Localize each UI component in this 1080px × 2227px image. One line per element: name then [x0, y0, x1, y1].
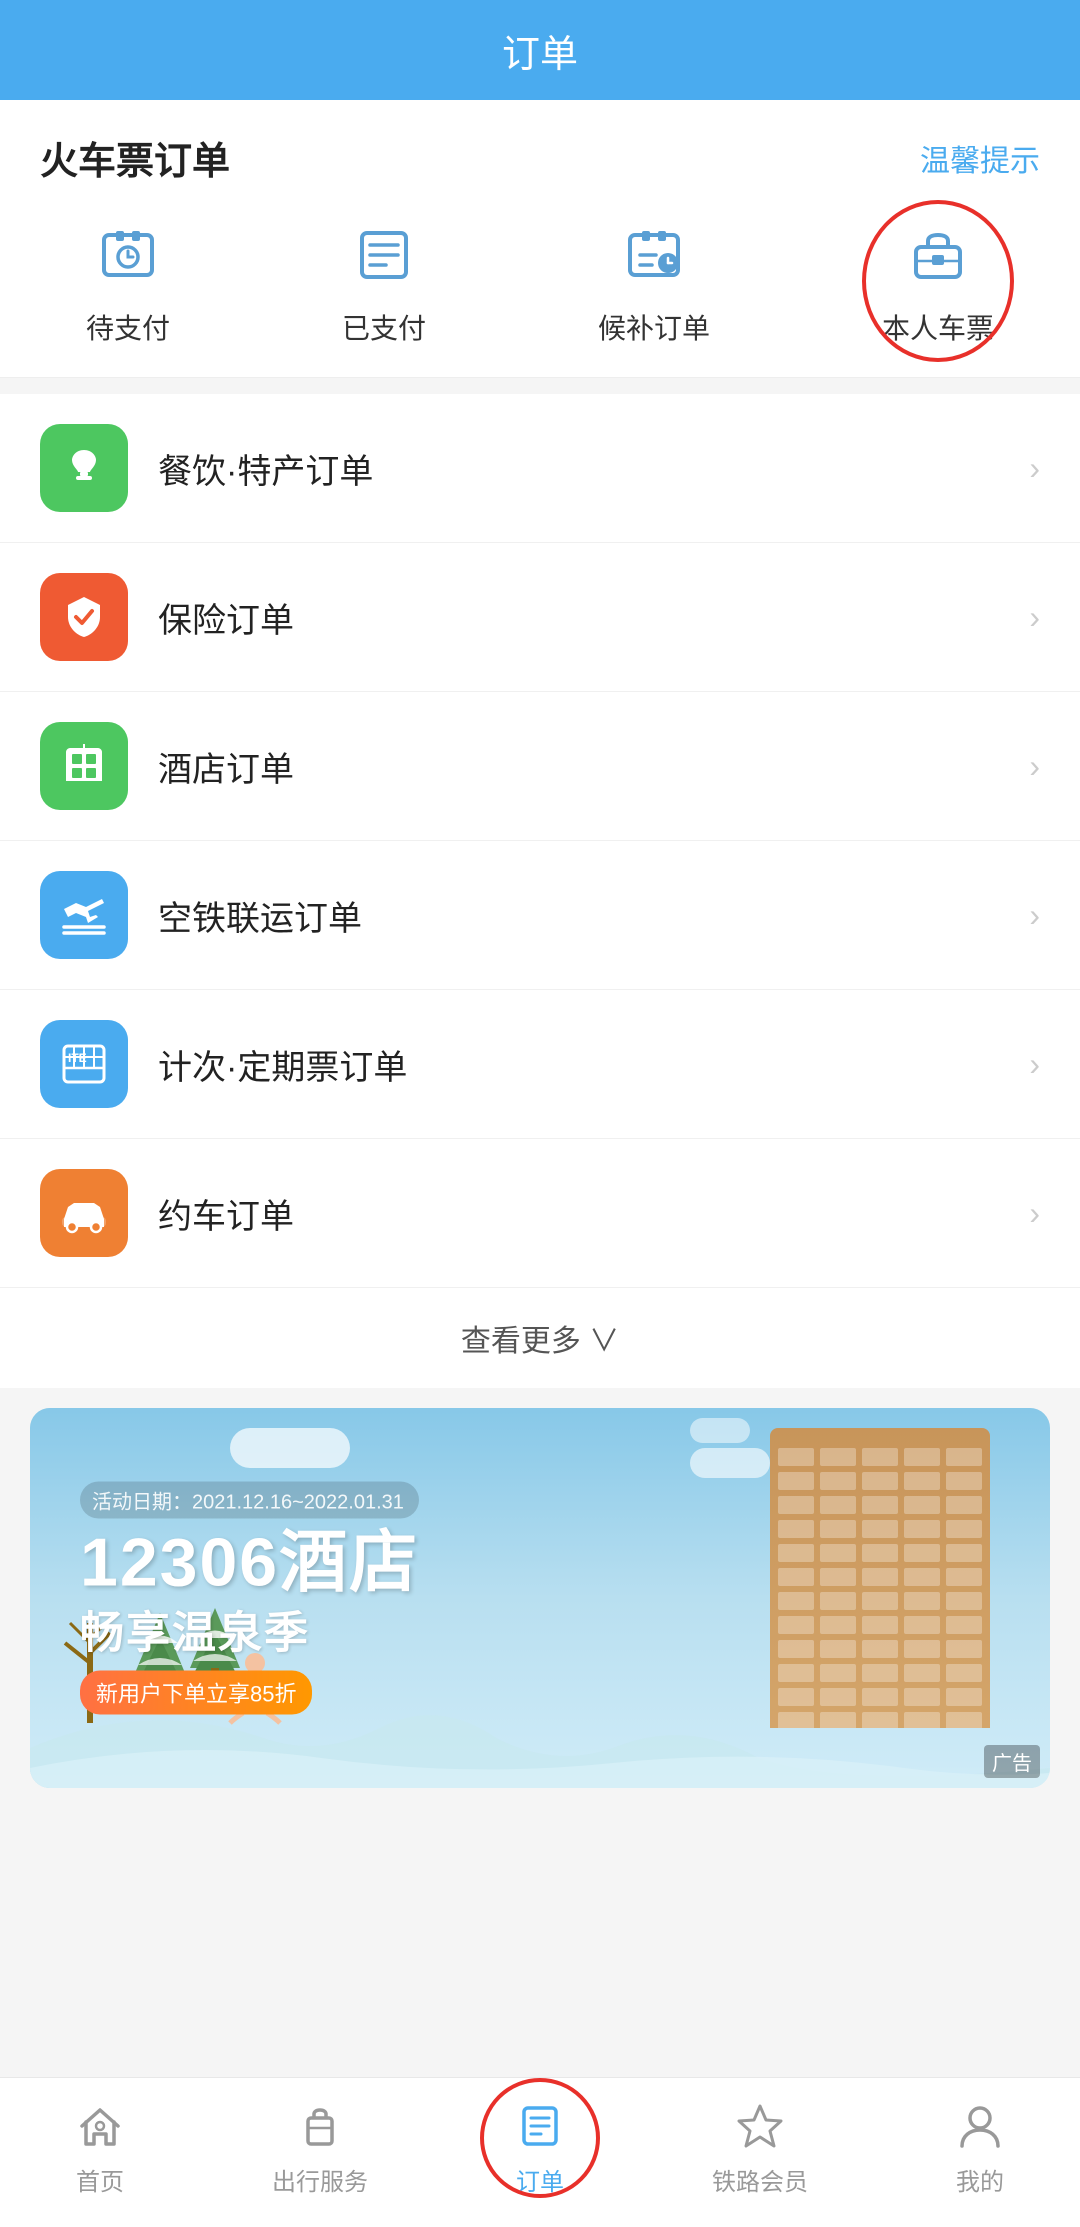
see-more-button[interactable]: 查看更多 ∨ — [0, 1287, 1080, 1388]
hotel-windows — [770, 1438, 990, 1728]
header-title: 订单 — [502, 23, 578, 78]
periodic-arrow: › — [1029, 1046, 1040, 1083]
banner-date: 活动日期：2021.12.16~2022.01.31 — [80, 1482, 419, 1519]
periodic-label: 计次·定期票订单 — [158, 1040, 1029, 1089]
home-icon — [72, 2098, 128, 2154]
banner-promo: 新用户下单立享85折 — [80, 1671, 312, 1715]
bottom-spacer — [0, 1808, 1080, 1988]
promo-banner[interactable]: 温泉酒店 活动日期：2021 — [30, 1408, 1050, 1788]
order-item-air-rail[interactable]: 空铁联运订单 › — [0, 841, 1080, 990]
air-rail-label: 空铁联运订单 — [158, 891, 1029, 940]
air-rail-icon-wrap — [40, 871, 128, 959]
tab-waitlist[interactable]: 候补订单 — [598, 215, 710, 347]
hotel-body — [770, 1428, 990, 1728]
periodic-icon-wrap: ITE — [40, 1020, 128, 1108]
hotel-arrow: › — [1029, 748, 1040, 785]
paid-icon — [344, 215, 424, 295]
nav-member-label: 铁路会员 — [712, 2162, 808, 2197]
waitlist-icon — [614, 215, 694, 295]
header: 订单 — [0, 0, 1080, 100]
section-header: 火车票订单 温馨提示 — [0, 100, 1080, 195]
cloud-1 — [230, 1428, 350, 1468]
cloud-2 — [690, 1448, 770, 1478]
order-item-hotel[interactable]: 酒店订单 › — [0, 692, 1080, 841]
nav-member[interactable]: 铁路会员 — [712, 2098, 808, 2197]
hotel-icon-wrap — [40, 722, 128, 810]
my-tickets-icon — [898, 215, 978, 295]
pending-icon — [88, 215, 168, 295]
order-list: 餐饮·特产订单 › 保险订单 › 酒店订单 › — [0, 394, 1080, 1287]
mine-icon — [952, 2098, 1008, 2154]
section-title: 火车票订单 — [40, 130, 230, 185]
cloud-3 — [690, 1418, 750, 1443]
banner-main-text: 12306酒店 — [80, 1529, 419, 1597]
warm-hint-link[interactable]: 温馨提示 — [920, 136, 1040, 180]
hotel-label: 酒店订单 — [158, 742, 1029, 791]
banner-inner: 温泉酒店 活动日期：2021 — [30, 1408, 1050, 1788]
tab-pending[interactable]: 待支付 — [86, 215, 170, 347]
nav-home-label: 首页 — [76, 2162, 124, 2197]
taxi-icon-wrap — [40, 1169, 128, 1257]
tab-paid-label: 已支付 — [342, 307, 426, 347]
catering-icon-wrap — [40, 424, 128, 512]
tab-my-tickets-label: 本人车票 — [882, 307, 994, 347]
tab-paid[interactable]: 已支付 — [342, 215, 426, 347]
ticket-tabs: 待支付 已支付 候补订单 — [0, 195, 1080, 378]
order-item-periodic[interactable]: ITE 计次·定期票订单 › — [0, 990, 1080, 1139]
orders-icon — [512, 2098, 568, 2154]
nav-travel-label: 出行服务 — [272, 2162, 368, 2197]
air-rail-arrow: › — [1029, 897, 1040, 934]
nav-home[interactable]: 首页 — [72, 2098, 128, 2197]
catering-label: 餐饮·特产订单 — [158, 444, 1029, 493]
tab-my-tickets[interactable]: 本人车票 — [882, 215, 994, 347]
nav-mine-label: 我的 — [956, 2162, 1004, 2197]
insurance-arrow: › — [1029, 599, 1040, 636]
banner-sub-text: 畅享温泉季 — [80, 1597, 419, 1661]
order-item-insurance[interactable]: 保险订单 › — [0, 543, 1080, 692]
travel-icon — [292, 2098, 348, 2154]
nav-travel[interactable]: 出行服务 — [272, 2098, 368, 2197]
taxi-label: 约车订单 — [158, 1189, 1029, 1238]
nav-orders-label: 订单 — [516, 2162, 564, 2197]
catering-arrow: › — [1029, 450, 1040, 487]
order-item-catering[interactable]: 餐饮·特产订单 › — [0, 394, 1080, 543]
nav-orders[interactable]: 订单 — [512, 2098, 568, 2197]
member-icon — [732, 2098, 788, 2154]
nav-mine[interactable]: 我的 — [952, 2098, 1008, 2197]
taxi-arrow: › — [1029, 1195, 1040, 1232]
hotel-building: 温泉酒店 — [770, 1428, 990, 1748]
banner-text-area: 活动日期：2021.12.16~2022.01.31 12306酒店 畅享温泉季… — [80, 1482, 419, 1715]
order-item-taxi[interactable]: 约车订单 › — [0, 1139, 1080, 1287]
insurance-icon-wrap — [40, 573, 128, 661]
tab-waitlist-label: 候补订单 — [598, 307, 710, 347]
ad-label: 广告 — [984, 1745, 1040, 1778]
insurance-label: 保险订单 — [158, 593, 1029, 642]
tab-pending-label: 待支付 — [86, 307, 170, 347]
bottom-nav: 首页 出行服务 订单 铁路会员 — [0, 2077, 1080, 2227]
